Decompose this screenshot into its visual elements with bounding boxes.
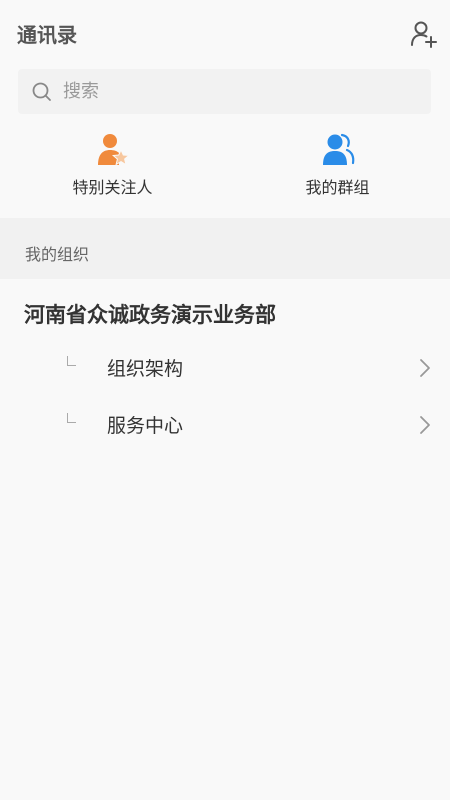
add-contact-icon[interactable] (410, 20, 438, 48)
search-icon (32, 82, 51, 101)
page-title: 通讯录 (17, 23, 77, 47)
special-follow-link[interactable]: 特别关注人 (0, 124, 225, 212)
search-bar[interactable]: 搜索 (18, 69, 431, 114)
chevron-right-icon (420, 416, 430, 434)
org-item-service-center[interactable]: 服务中心 (0, 399, 450, 453)
tree-branch-icon (67, 356, 76, 366)
org-item-label: 服务中心 (107, 415, 184, 437)
chevron-right-icon (420, 359, 430, 377)
special-follow-icon (97, 134, 130, 166)
search-placeholder: 搜索 (63, 81, 99, 102)
section-title: 我的组织 (25, 245, 90, 264)
my-groups-link[interactable]: 我的群组 (225, 124, 450, 212)
org-item-label: 组织架构 (107, 358, 184, 380)
my-groups-label: 我的群组 (305, 178, 370, 197)
group-icon (322, 133, 354, 165)
org-name[interactable]: 河南省众诚政务演示业务部 (24, 300, 276, 330)
tree-branch-icon (67, 413, 76, 423)
org-item-structure[interactable]: 组织架构 (0, 342, 450, 396)
special-follow-label: 特别关注人 (72, 178, 153, 197)
app-header: 通讯录 (0, 0, 450, 68)
